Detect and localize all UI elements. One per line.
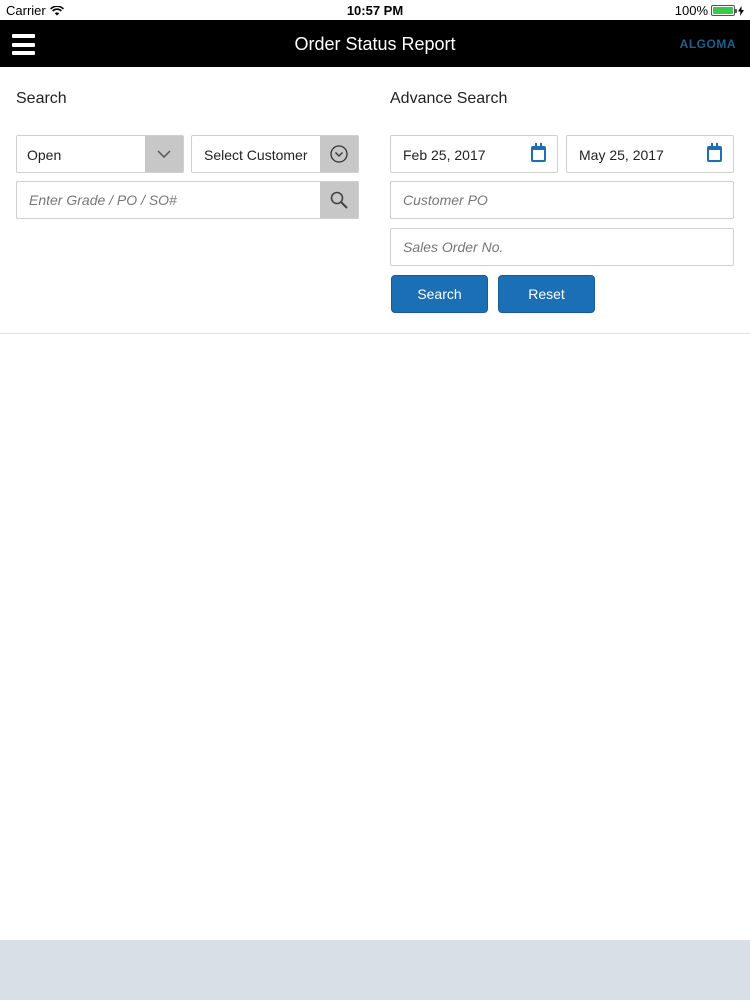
status-bar: Carrier 10:57 PM 100% [0, 0, 750, 20]
status-dropdown[interactable]: Open [16, 135, 184, 173]
search-icon [330, 191, 348, 209]
section-divider [0, 333, 750, 334]
clock: 10:57 PM [346, 3, 404, 18]
circle-chevron-down-icon [330, 145, 348, 163]
reset-button[interactable]: Reset [498, 275, 595, 313]
search-section-title: Search [16, 90, 67, 107]
status-dropdown-value: Open [27, 147, 62, 163]
nav-bar: Order Status Report ALGOMA [0, 20, 750, 67]
battery-info: 100% [675, 3, 744, 18]
sales-order-field[interactable] [390, 228, 734, 266]
customer-dropdown[interactable]: Select Customer [191, 135, 359, 173]
calendar-icon[interactable] [531, 143, 546, 162]
page-title: Order Status Report [294, 34, 456, 54]
charging-bolt-icon [738, 5, 744, 16]
status-dropdown-toggle[interactable] [145, 136, 183, 172]
customer-po-field[interactable] [390, 181, 734, 219]
from-date-value: Feb 25, 2017 [403, 147, 486, 163]
sales-order-input[interactable] [391, 229, 733, 265]
customer-dropdown-toggle[interactable] [320, 136, 358, 172]
quick-search-button[interactable] [320, 182, 358, 218]
to-date-value: May 25, 2017 [579, 147, 664, 163]
battery-percent: 100% [674, 3, 708, 18]
algoma-logo: ALGOMA [679, 37, 736, 51]
grade-po-so-input[interactable] [17, 182, 322, 218]
search-button[interactable]: Search [391, 275, 488, 313]
chevron-down-icon [157, 150, 171, 158]
footer-band [0, 940, 750, 1000]
from-date-field[interactable]: Feb 25, 2017 [390, 135, 558, 173]
to-date-field[interactable]: May 25, 2017 [566, 135, 734, 173]
customer-po-input[interactable] [391, 182, 733, 218]
grade-po-so-search[interactable] [16, 181, 359, 219]
battery-icon [711, 5, 737, 16]
customer-dropdown-value: Select Customer [204, 147, 308, 163]
advance-search-section-title: Advance Search [390, 90, 508, 107]
calendar-icon[interactable] [707, 143, 722, 162]
